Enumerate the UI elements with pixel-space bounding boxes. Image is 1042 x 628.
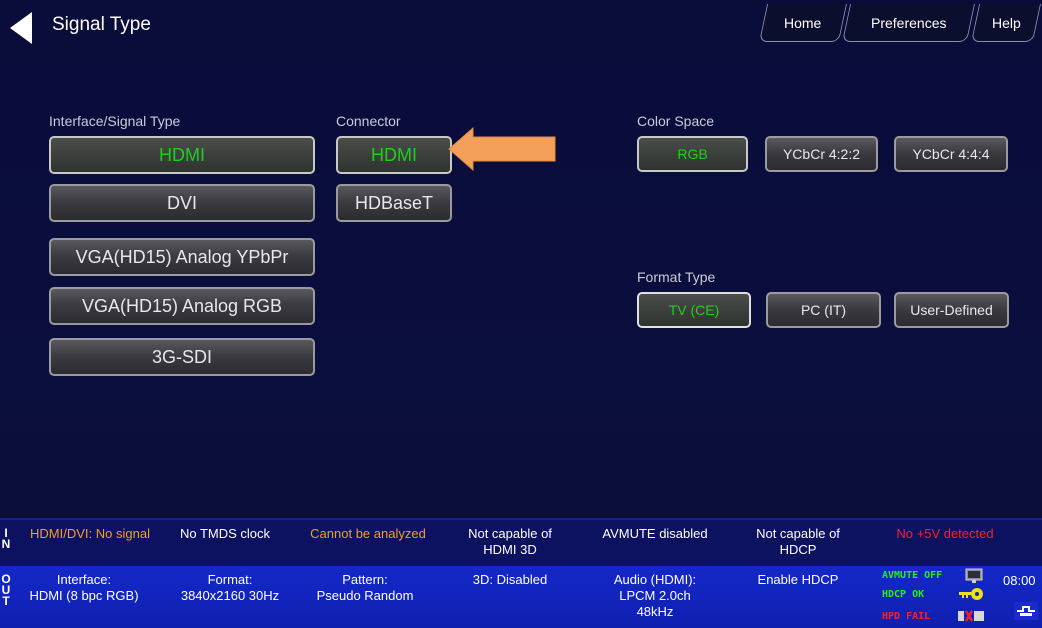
out-hdcp-cell[interactable]: Enable HDCP bbox=[738, 572, 858, 588]
in-3d-status: Not capable of HDMI 3D bbox=[468, 526, 552, 557]
avmute-off-indicator: AVMUTE OFF bbox=[882, 570, 943, 581]
out-audio-value: LPCM 2.0ch bbox=[619, 588, 691, 603]
connector-section-label: Connector bbox=[336, 113, 401, 129]
tab-preferences-label: Preferences bbox=[870, 14, 947, 31]
tab-home[interactable]: Home bbox=[758, 4, 848, 42]
connector-hdmi-button[interactable]: HDMI bbox=[336, 136, 452, 174]
out-format-cell[interactable]: Format: 3840x2160 30Hz bbox=[160, 572, 300, 604]
in-avmute-status: AVMUTE disabled bbox=[602, 526, 708, 541]
in-hdmi-status: HDMI/DVI: No signal bbox=[30, 526, 150, 541]
in-analysis-status: Cannot be analyzed bbox=[310, 526, 426, 541]
in-5v-status: No +5V detected bbox=[896, 526, 994, 541]
interface-dvi-button[interactable]: DVI bbox=[49, 184, 315, 222]
format-type-user-defined-button[interactable]: User-Defined bbox=[894, 292, 1009, 328]
interface-section-label: Interface/Signal Type bbox=[49, 113, 181, 129]
interface-vga-rgb-button[interactable]: VGA(HD15) Analog RGB bbox=[49, 287, 315, 325]
in-side-label: IN bbox=[0, 526, 12, 551]
signal-type-screen: Signal Type Home Preferences Help Interf… bbox=[0, 0, 1042, 628]
pointer-arrow-icon bbox=[448, 126, 556, 172]
out-interface-title: Interface: bbox=[56, 572, 112, 587]
tab-preferences[interactable]: Preferences bbox=[841, 4, 976, 42]
format-type-tv-ce-button[interactable]: TV (CE) bbox=[637, 292, 751, 328]
in-hdcp-status: Not capable of HDCP bbox=[756, 526, 840, 557]
out-audio-cell[interactable]: Audio (HDMI): LPCM 2.0ch 48kHz bbox=[580, 572, 730, 620]
interface-3g-sdi-button[interactable]: 3G-SDI bbox=[49, 338, 315, 376]
tab-home-label: Home bbox=[784, 14, 822, 31]
page-title: Signal Type bbox=[52, 14, 151, 35]
out-3d-title: 3D: Disabled bbox=[472, 572, 548, 587]
tab-help-label: Help bbox=[991, 14, 1021, 31]
out-interface-cell[interactable]: Interface: HDMI (8 bpc RGB) bbox=[10, 572, 158, 604]
out-audio-rate: 48kHz bbox=[636, 604, 674, 619]
out-pattern-title: Pattern: bbox=[342, 572, 388, 587]
in-side-label-text: IN bbox=[1, 526, 11, 551]
tab-help[interactable]: Help bbox=[970, 4, 1042, 42]
clock-time: 08:00 bbox=[1003, 573, 1036, 588]
connector-hdbaset-button[interactable]: HDBaseT bbox=[336, 184, 452, 222]
out-audio-title: Audio (HDMI): bbox=[613, 572, 697, 587]
interface-vga-ypbpr-button[interactable]: VGA(HD15) Analog YPbPr bbox=[49, 238, 315, 276]
color-space-ycbcr444-button[interactable]: YCbCr 4:4:4 bbox=[894, 136, 1008, 172]
in-tmds-clock-status: No TMDS clock bbox=[179, 526, 271, 541]
format-type-pc-it-button[interactable]: PC (IT) bbox=[766, 292, 881, 328]
output-status-indicators: AVMUTE OFF HDCP OK HPD FAIL bbox=[880, 568, 1000, 626]
connection-status-icon[interactable] bbox=[1014, 602, 1038, 620]
hpd-fail-indicator: HPD FAIL bbox=[882, 611, 931, 622]
color-space-section-label: Color Space bbox=[637, 113, 715, 129]
out-pattern-cell[interactable]: Pattern: Pseudo Random bbox=[300, 572, 430, 604]
color-space-rgb-button[interactable]: RGB bbox=[637, 136, 748, 172]
key-icon bbox=[959, 588, 983, 600]
out-format-title: Format: bbox=[207, 572, 253, 587]
hpd-disconnected-icon bbox=[958, 610, 984, 622]
out-pattern-value: Pseudo Random bbox=[316, 588, 414, 603]
format-type-section-label: Format Type bbox=[637, 269, 716, 285]
out-hdcp-title: Enable HDCP bbox=[757, 572, 839, 587]
monitor-icon bbox=[965, 568, 983, 583]
interface-hdmi-button[interactable]: HDMI bbox=[49, 136, 315, 174]
out-interface-value: HDMI (8 bpc RGB) bbox=[29, 588, 139, 603]
color-space-ycbcr422-button[interactable]: YCbCr 4:2:2 bbox=[765, 136, 878, 172]
out-3d-cell[interactable]: 3D: Disabled bbox=[450, 572, 570, 588]
back-arrow-icon[interactable] bbox=[6, 10, 36, 46]
out-format-value: 3840x2160 30Hz bbox=[180, 588, 280, 603]
hdcp-ok-indicator: HDCP OK bbox=[882, 589, 925, 600]
